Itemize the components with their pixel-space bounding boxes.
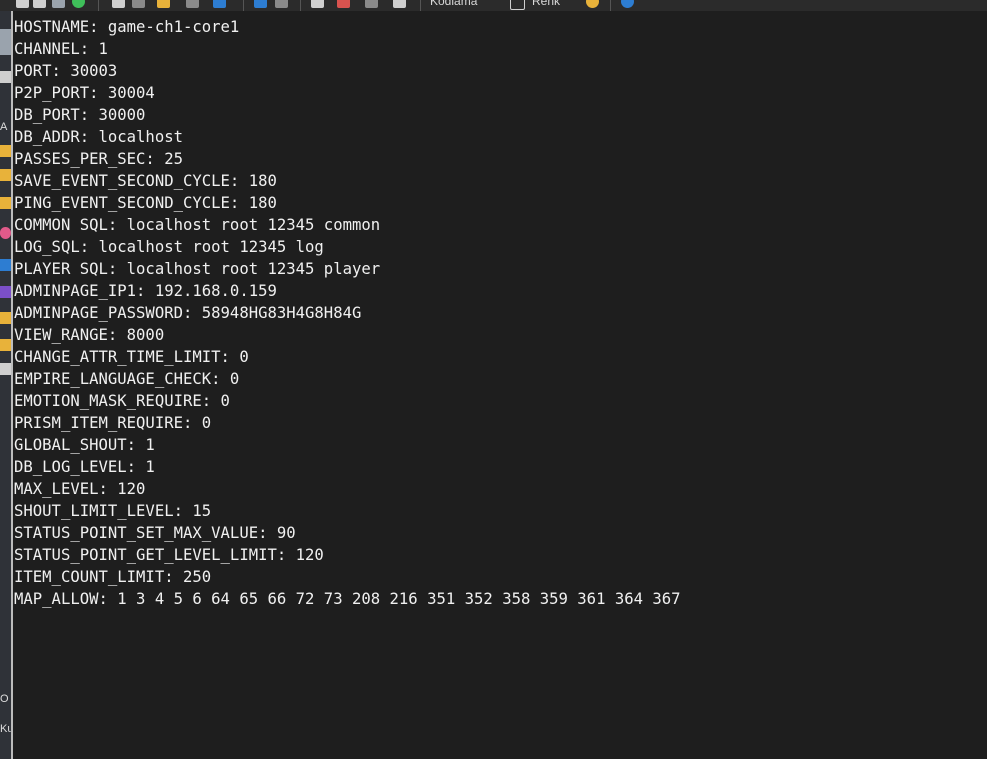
desktop-window-icon[interactable] xyxy=(0,29,11,55)
palette-icon[interactable] xyxy=(586,0,599,8)
top-toolbar: Kodlama Renk xyxy=(0,0,987,11)
capture-icon[interactable] xyxy=(213,0,226,8)
folder-icon[interactable] xyxy=(365,0,378,8)
desktop-label-o: O xyxy=(0,693,9,705)
console-line: CHANNEL: 1 xyxy=(14,40,108,58)
console-line: PORT: 30003 xyxy=(14,62,118,80)
save-icon[interactable] xyxy=(52,0,65,8)
desktop-folder-icon[interactable] xyxy=(0,197,11,209)
whatsapp-icon[interactable] xyxy=(72,0,85,8)
desktop-file-icon[interactable] xyxy=(0,363,11,375)
console-line: COMMON SQL: localhost root 12345 common xyxy=(14,216,381,234)
desktop-music-icon[interactable] xyxy=(0,227,11,239)
toolbar-separator xyxy=(610,0,611,11)
console-line: SAVE_EVENT_SECOND_CYCLE: 180 xyxy=(14,172,277,190)
console-line: PLAYER SQL: localhost root 12345 player xyxy=(14,260,381,278)
toolbar-separator xyxy=(98,0,99,11)
document-icon[interactable] xyxy=(112,0,125,8)
console-line: STATUS_POINT_GET_LEVEL_LIMIT: 120 xyxy=(14,546,324,564)
undo-icon[interactable] xyxy=(275,0,288,8)
desktop-label-ku: Ku xyxy=(0,723,11,735)
console-line: ADMINPAGE_IP1: 192.168.0.159 xyxy=(14,282,277,300)
monitor-icon[interactable] xyxy=(33,0,46,8)
console-window[interactable]: HOSTNAME: game-ch1-core1 CHANNEL: 1 PORT: … xyxy=(11,11,987,759)
console-line: ADMINPAGE_PASSWORD: 58948HG83H4G8H84G xyxy=(14,304,362,322)
toolbar-separator xyxy=(243,0,244,11)
console-line: CHANGE_ATTR_TIME_LIMIT: 0 xyxy=(14,348,249,366)
console-line: PRISM_ITEM_REQUIRE: 0 xyxy=(14,414,212,432)
tab-renk[interactable]: Renk xyxy=(532,0,560,8)
console-line: LOG_SQL: localhost root 12345 log xyxy=(14,238,324,256)
toolbar-separator xyxy=(420,0,421,11)
window-icon[interactable] xyxy=(16,0,29,8)
console-line: EMOTION_MASK_REQUIRE: 0 xyxy=(14,392,230,410)
brush-icon[interactable] xyxy=(254,0,267,8)
desktop-folder-icon[interactable] xyxy=(0,169,11,181)
console-line: STATUS_POINT_SET_MAX_VALUE: 90 xyxy=(14,524,296,542)
tab-kodlama[interactable]: Kodlama xyxy=(430,0,477,8)
console-output: HOSTNAME: game-ch1-core1 CHANNEL: 1 PORT: … xyxy=(14,16,681,610)
console-line: DB_ADDR: localhost xyxy=(14,128,183,146)
toolbar-separator xyxy=(300,0,301,11)
help-icon[interactable] xyxy=(621,0,634,8)
console-line: EMPIRE_LANGUAGE_CHECK: 0 xyxy=(14,370,240,388)
console-line: HOSTNAME: game-ch1-core1 xyxy=(14,18,240,36)
network-icon[interactable] xyxy=(311,0,324,8)
desktop-label-a: A xyxy=(0,121,8,133)
console-line: PING_EVENT_SECOND_CYCLE: 180 xyxy=(14,194,277,212)
console-line: P2P_PORT: 30004 xyxy=(14,84,155,102)
desktop-file-icon[interactable] xyxy=(0,145,11,157)
desktop-left-strip: A O Ku xyxy=(0,11,11,759)
console-line: DB_PORT: 30000 xyxy=(14,106,146,124)
cut-icon[interactable] xyxy=(132,0,145,8)
paste-icon[interactable] xyxy=(157,0,170,8)
desktop-cloud-icon[interactable] xyxy=(0,259,11,271)
console-line: GLOBAL_SHOUT: 1 xyxy=(14,436,155,454)
desktop-app-icon[interactable] xyxy=(0,71,11,83)
console-line: SHOUT_LIMIT_LEVEL: 15 xyxy=(14,502,212,520)
checkbox-icon[interactable] xyxy=(510,0,525,10)
console-line: ITEM_COUNT_LIMIT: 250 xyxy=(14,568,212,586)
console-line: MAP_ALLOW: 1 3 4 5 6 64 65 66 72 73 208 … xyxy=(14,590,681,608)
console-line: DB_LOG_LEVEL: 1 xyxy=(14,458,155,476)
export-icon[interactable] xyxy=(393,0,406,8)
desktop-folder-icon[interactable] xyxy=(0,339,11,351)
console-line: MAX_LEVEL: 120 xyxy=(14,480,146,498)
abc-icon[interactable] xyxy=(337,0,350,8)
desktop-folder-icon[interactable] xyxy=(0,312,11,324)
desktop-media-icon[interactable] xyxy=(0,286,11,298)
console-line: PASSES_PER_SEC: 25 xyxy=(14,150,183,168)
console-line: VIEW_RANGE: 8000 xyxy=(14,326,165,344)
delete-icon[interactable] xyxy=(186,0,199,8)
